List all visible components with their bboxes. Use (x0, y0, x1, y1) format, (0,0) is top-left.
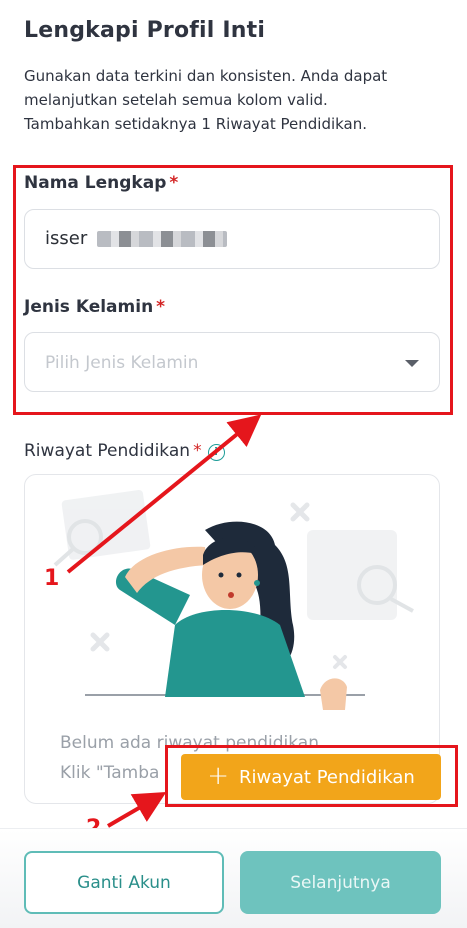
next-button[interactable]: Selanjutnya (240, 851, 441, 914)
change-account-button[interactable]: Ganti Akun (24, 851, 224, 914)
annotation-marker-1: 1 (44, 566, 60, 591)
annotation-arrows (66, 414, 262, 828)
